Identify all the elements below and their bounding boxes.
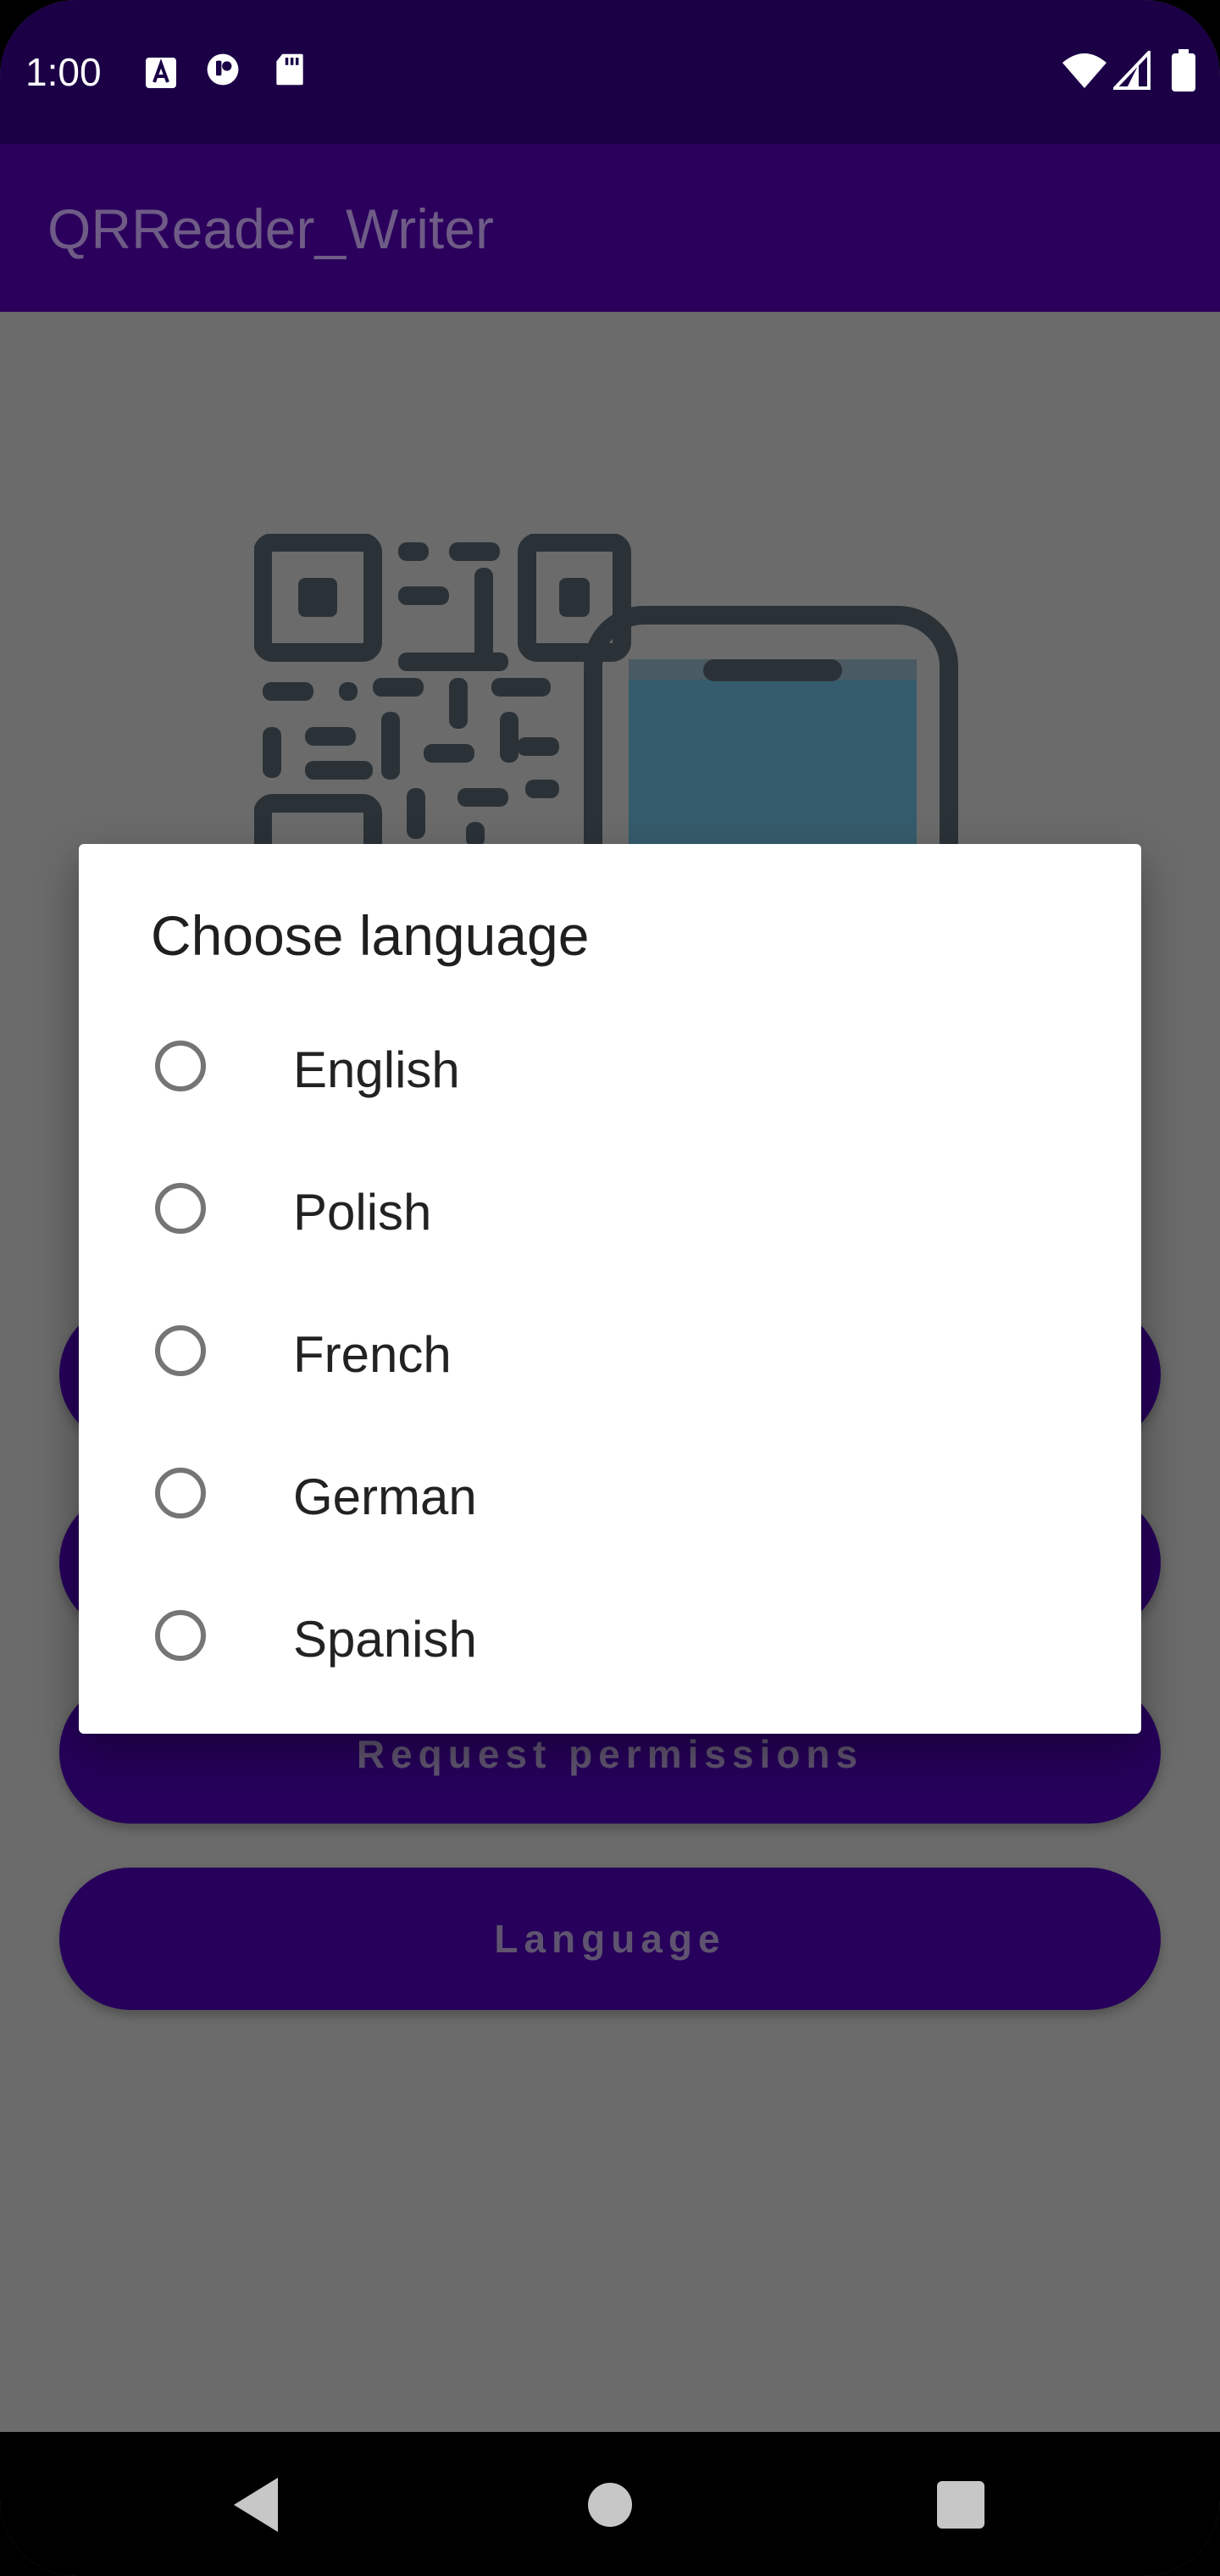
option-spanish[interactable]: Spanish bbox=[79, 1568, 1141, 1710]
option-label-german: German bbox=[293, 1468, 477, 1525]
option-german[interactable]: German bbox=[79, 1425, 1141, 1568]
radio-button-german[interactable] bbox=[155, 1468, 206, 1518]
option-label-french: French bbox=[293, 1326, 452, 1383]
radio-button-english[interactable] bbox=[155, 1041, 206, 1091]
option-label-english: English bbox=[293, 1041, 460, 1098]
option-french[interactable]: French bbox=[79, 1283, 1141, 1425]
option-english[interactable]: English bbox=[79, 998, 1141, 1141]
option-label-spanish: Spanish bbox=[293, 1611, 477, 1668]
home-icon[interactable] bbox=[588, 2483, 632, 2527]
radio-button-spanish[interactable] bbox=[155, 1610, 206, 1661]
back-icon[interactable] bbox=[230, 2474, 281, 2535]
status-bar: 1:00 bbox=[0, 0, 1220, 144]
radio-button-french[interactable] bbox=[155, 1325, 206, 1376]
recent-apps-icon[interactable] bbox=[937, 2481, 984, 2529]
wifi-icon bbox=[1062, 53, 1106, 88]
qr-code-phone-illustration bbox=[254, 534, 958, 856]
signal-icon bbox=[1113, 51, 1151, 90]
a-notification-icon bbox=[146, 58, 176, 88]
option-polish[interactable]: Polish bbox=[79, 1141, 1141, 1283]
media-notification-icon bbox=[207, 53, 239, 86]
sd-card-icon bbox=[276, 53, 303, 86]
option-label-polish: Polish bbox=[293, 1184, 432, 1241]
app-title: QRReader_Writer bbox=[47, 197, 494, 260]
battery-icon bbox=[1172, 49, 1195, 92]
language-label: Language bbox=[494, 1917, 726, 1961]
choose-language-dialog: Choose language English Polish French Ge… bbox=[79, 844, 1141, 1734]
radio-button-polish[interactable] bbox=[155, 1183, 206, 1234]
language-button[interactable]: Language bbox=[59, 1868, 1161, 2010]
screen: 1:00 QRReader_Writer Request permissions… bbox=[0, 0, 1220, 2576]
dialog-title: Choose language bbox=[151, 904, 590, 967]
status-time: 1:00 bbox=[25, 50, 102, 94]
